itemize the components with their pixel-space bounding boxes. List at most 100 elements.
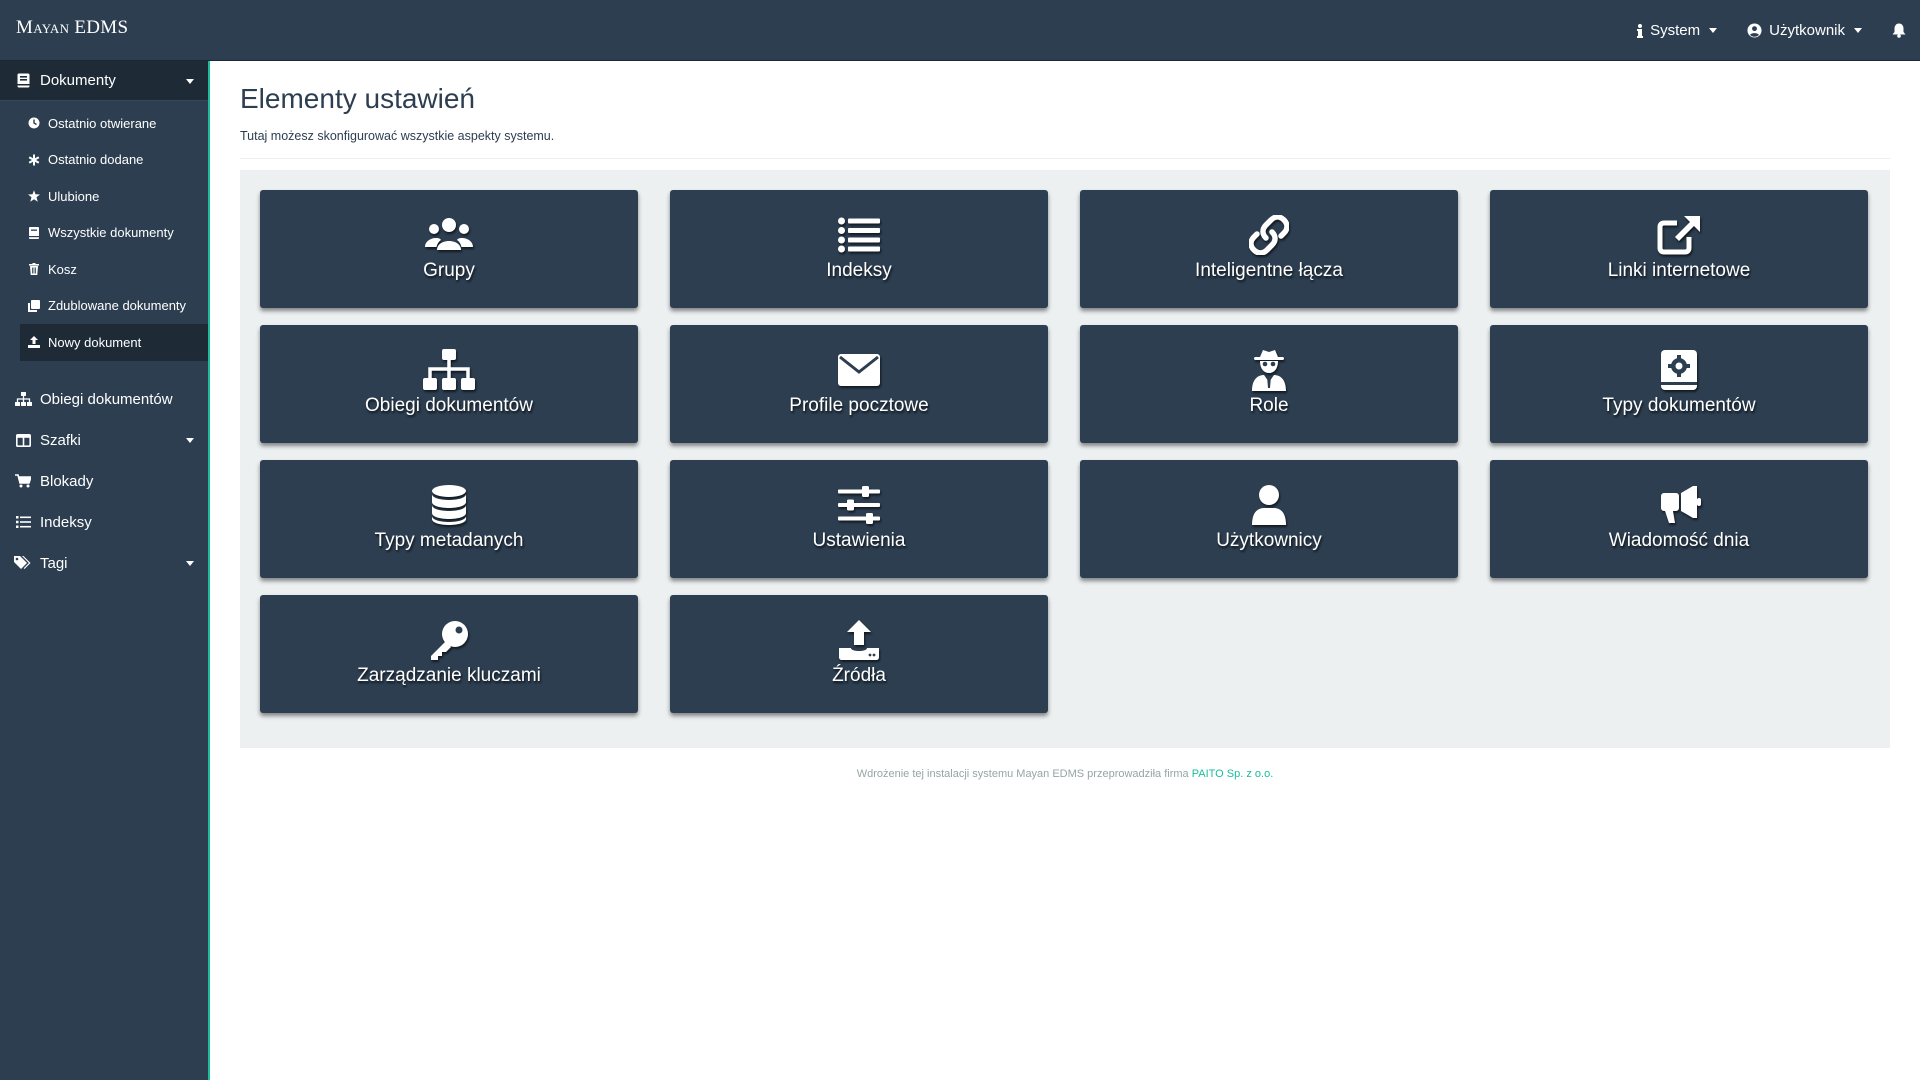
footer: Wdrożenie tej instalacji systemu Mayan E… <box>240 768 1890 780</box>
divider <box>240 158 1890 159</box>
tile-label: Typy metadanych <box>374 530 524 551</box>
setup-tiles-panel: Grupy Indeksy Inteligentne łącza Linki i… <box>240 170 1890 748</box>
footer-company-link[interactable]: PAITO Sp. z o.o. <box>1192 768 1274 780</box>
sidebar-item-new-document[interactable]: Nowy dokument <box>20 324 208 361</box>
sidebar-item-label: Ostatnio dodane <box>48 152 144 168</box>
sidebar-item-label: Zdublowane dokumenty <box>48 298 187 314</box>
tile-label: Zarządzanie kluczami <box>357 665 541 686</box>
tags-icon <box>14 554 32 572</box>
clone-icon <box>28 299 40 312</box>
tile-key-management[interactable]: Zarządzanie kluczami <box>260 595 638 713</box>
star-icon <box>28 190 40 202</box>
sidebar-section-workflows[interactable]: Obiegi dokumentów <box>0 379 208 420</box>
sidebar-item-trash[interactable]: Kosz <box>20 251 208 288</box>
user-secret-icon <box>1250 349 1288 391</box>
tile-label: Źródła <box>832 665 886 686</box>
chevron-down-icon <box>186 79 194 84</box>
tile-indexes[interactable]: Indeksy <box>670 190 1048 308</box>
sitemap-icon <box>423 349 475 391</box>
tile-settings[interactable]: Ustawienia <box>670 460 1048 578</box>
page-description: Tutaj możesz skonfigurować wszystkie asp… <box>240 129 555 143</box>
sidebar-item-all-documents[interactable]: Wszystkie dokumenty <box>20 215 208 252</box>
user-menu[interactable]: Użytkownik <box>1747 22 1862 39</box>
tile-sources[interactable]: Źródła <box>670 595 1048 713</box>
sidebar-section-label: Tagi <box>40 554 68 572</box>
sidebar-item-label: Ulubione <box>48 188 100 204</box>
footer-text: Wdrożenie tej instalacji systemu Mayan E… <box>856 768 1189 780</box>
book-icon <box>28 226 40 239</box>
user-icon <box>1252 484 1286 526</box>
tile-label: Inteligentne łącza <box>1195 260 1343 281</box>
sidebar-item-label: Wszystkie dokumenty <box>48 225 174 241</box>
chevron-down-icon <box>186 560 194 566</box>
chevron-down-icon <box>1854 28 1862 33</box>
sidebar-section-cabinets[interactable]: Szafki <box>0 420 208 461</box>
sidebar-section-label: Indeksy <box>40 513 92 531</box>
sidebar-item-recently-opened[interactable]: Ostatnio otwierane <box>20 105 208 142</box>
tile-label: Typy dokumentów <box>1602 395 1756 416</box>
tile-users[interactable]: Użytkownicy <box>1080 460 1458 578</box>
tile-label: Obiegi dokumentów <box>365 395 533 416</box>
columns-icon <box>14 431 32 449</box>
tile-label: Grupy <box>423 260 475 281</box>
sidebar-item-duplicates[interactable]: Zdublowane dokumenty <box>20 288 208 325</box>
info-icon <box>1637 23 1644 38</box>
tile-label: Użytkownicy <box>1216 530 1322 551</box>
tile-web-links[interactable]: Linki internetowe <box>1490 190 1868 308</box>
external-link-icon <box>1657 214 1701 256</box>
list-ul-icon <box>838 214 880 256</box>
tile-label: Role <box>1249 395 1289 416</box>
tile-mail-profiles[interactable]: Profile pocztowe <box>670 325 1048 443</box>
tile-label: Profile pocztowe <box>789 395 929 416</box>
notifications-button[interactable] <box>1892 23 1906 38</box>
link-icon <box>1249 214 1289 256</box>
sidebar-item-label: Ostatnio otwierane <box>48 115 157 131</box>
bell-icon <box>1892 23 1906 38</box>
system-menu[interactable]: System <box>1637 22 1718 39</box>
documents-submenu: Ostatnio otwierane Ostatnio dodane Ulubi… <box>0 101 208 365</box>
sidebar-section-indexes[interactable]: Indeksy <box>0 502 208 543</box>
envelope-icon <box>838 349 880 391</box>
sidebar-section-documents[interactable]: Dokumenty <box>0 61 208 101</box>
sidebar-section-locks[interactable]: Blokady <box>0 461 208 502</box>
sidebar-item-label: Kosz <box>48 261 77 277</box>
sidebar-item-favorites[interactable]: Ulubione <box>20 178 208 215</box>
tile-smart-links[interactable]: Inteligentne łącza <box>1080 190 1458 308</box>
sidebar-item-label: Nowy dokument <box>48 334 142 350</box>
trash-icon <box>28 263 40 276</box>
chevron-down-icon <box>186 437 194 443</box>
tile-label: Wiadomość dnia <box>1608 530 1750 551</box>
page-title: Elementy ustawień <box>240 83 476 114</box>
sidebar-section-tags[interactable]: Tagi <box>0 543 208 584</box>
list-icon <box>14 513 32 531</box>
users-icon <box>424 214 474 256</box>
sitemap-icon <box>14 390 32 408</box>
user-menu-label: Użytkownik <box>1769 22 1845 39</box>
sidebar-section-label: Obiegi dokumentów <box>40 390 173 408</box>
user-circle-icon <box>1747 23 1762 38</box>
asterisk-icon <box>28 154 40 166</box>
tile-message-of-the-day[interactable]: Wiadomość dnia <box>1490 460 1868 578</box>
top-navbar: Mayan EDMS System Użytkownik <box>0 0 1920 61</box>
sidebar-item-recently-added[interactable]: Ostatnio dodane <box>20 142 208 179</box>
tile-metadata-types[interactable]: Typy metadanych <box>260 460 638 578</box>
tile-document-types[interactable]: Typy dokumentów <box>1490 325 1868 443</box>
tile-label: Ustawienia <box>812 530 906 551</box>
tile-label: Indeksy <box>826 260 892 281</box>
bullhorn-icon <box>1657 484 1701 526</box>
book-icon <box>14 72 32 90</box>
sidebar-section-label: Szafki <box>40 431 81 449</box>
book-cog-icon <box>1661 349 1697 391</box>
tile-roles[interactable]: Role <box>1080 325 1458 443</box>
clock-icon <box>28 117 40 129</box>
chevron-down-icon <box>1709 28 1718 33</box>
tile-groups[interactable]: Grupy <box>260 190 638 308</box>
tile-workflows[interactable]: Obiegi dokumentów <box>260 325 638 443</box>
sliders-icon <box>838 484 880 526</box>
app-brand[interactable]: Mayan EDMS <box>16 17 128 39</box>
upload-icon <box>28 336 40 349</box>
sidebar-section-label: Blokady <box>40 472 94 490</box>
cart-icon <box>14 472 32 490</box>
upload-tray-icon <box>839 619 879 661</box>
